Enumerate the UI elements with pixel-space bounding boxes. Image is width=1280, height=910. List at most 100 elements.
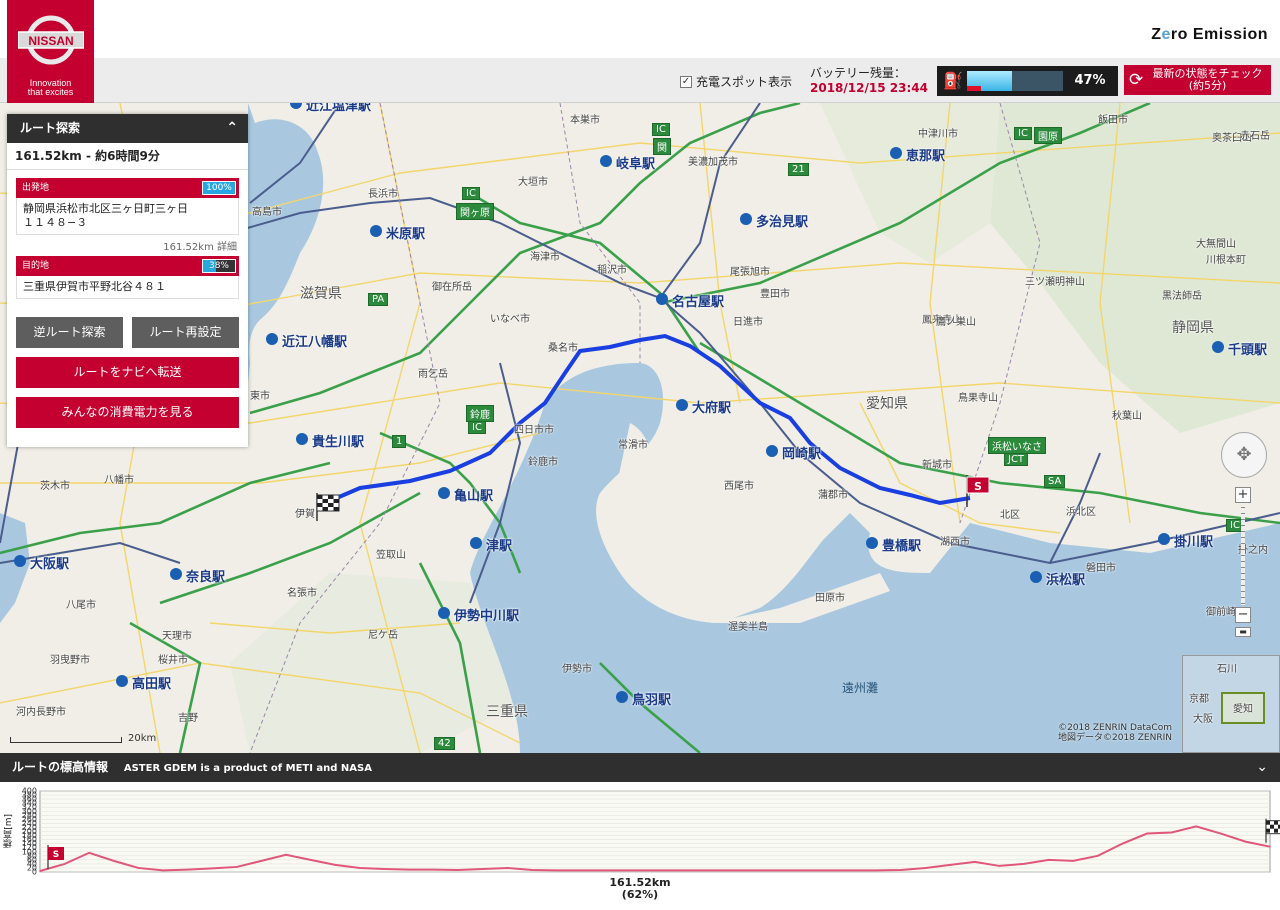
reverse-route-button[interactable]: 逆ルート探索 xyxy=(16,317,123,348)
map-label: 御在所岳 xyxy=(432,282,472,293)
elevation-chart: 標高[m] 0 20 40 60 80 100 120 140 160 180 200 220 240 2… xyxy=(0,782,1280,910)
elevation-point xyxy=(211,867,213,870)
map-label: 鈴鹿市 xyxy=(528,457,558,468)
map-label: 尾張旭市 xyxy=(730,267,770,278)
map-label: 高田駅 xyxy=(116,673,171,692)
zoom-reset-button[interactable]: ▬ xyxy=(1235,627,1251,637)
map-copyright: ©2018 ZENRIN DataCom 地図データ©2018 ZENRIN xyxy=(1058,723,1172,743)
detail-link[interactable]: 詳細 xyxy=(217,242,237,253)
map-label: 蒲郡市 xyxy=(818,490,848,501)
map-label: 豊田市 xyxy=(760,289,790,300)
ic-marker: IC xyxy=(468,421,486,434)
zoom-out-button[interactable]: − xyxy=(1235,607,1251,623)
ic-marker: JCT xyxy=(1004,453,1029,466)
map-label: 岐阜駅 xyxy=(600,153,655,172)
battery-bar xyxy=(967,71,1063,91)
elevation-point xyxy=(654,869,656,872)
elevation-point xyxy=(949,864,951,866)
origin-address: 静岡県浜松市北区三ヶ日町三ヶ日 １１４８−３ xyxy=(16,198,239,235)
map-label: 美濃加茂市 xyxy=(688,157,738,168)
map-label: 茨木市 xyxy=(40,481,70,492)
send-to-nav-button[interactable]: ルートをナビへ転送 xyxy=(16,357,239,388)
elevation-point xyxy=(1269,845,1271,848)
checkbox-icon[interactable]: ✓ xyxy=(680,75,692,88)
elevation-point xyxy=(580,869,582,872)
refresh-label-2: (約5分) xyxy=(1188,79,1227,92)
nissan-badge-icon: NISSAN xyxy=(18,15,84,65)
map-label: 磐田市 xyxy=(1086,563,1116,574)
elevation-point xyxy=(137,867,140,869)
app-window: Zero Emission ✓ 充電スポット表示 バッテリー残量： 2018/1… xyxy=(0,0,1280,910)
scale-bar xyxy=(10,737,122,743)
map-label: 米原駅 xyxy=(370,223,425,242)
route-summary: 161.52km - 約6時間9分 xyxy=(7,143,248,170)
minimap-viewport[interactable]: 愛知 xyxy=(1221,692,1265,724)
map-label: 大府駅 xyxy=(676,397,731,416)
map-label: 稲沢市 xyxy=(597,265,627,276)
map-label: 愛知県 xyxy=(866,396,908,412)
elevation-start-flag-letter: S xyxy=(53,850,59,860)
svg-text:S: S xyxy=(974,480,982,493)
charging-plug-icon: ⛽ xyxy=(943,71,963,90)
chevron-up-icon[interactable]: ⌃ xyxy=(226,114,238,143)
chevron-down-icon[interactable]: ⌄ xyxy=(1256,753,1268,782)
scale-label: 20km xyxy=(128,733,157,744)
map-pan-control[interactable]: ✥ xyxy=(1221,432,1267,478)
elevation-point xyxy=(1023,863,1025,865)
elevation-point xyxy=(285,853,287,856)
map-label: 恵那駅 xyxy=(890,145,945,164)
ic-marker: PA xyxy=(368,293,389,306)
top-bar: Zero Emission xyxy=(0,0,1280,58)
map-label: 本巣市 xyxy=(570,115,600,126)
view-consumption-button[interactable]: みんなの消費電力を見る xyxy=(16,397,239,428)
map-label: 亀山駅 xyxy=(438,485,493,504)
map-label: 東市 xyxy=(250,391,270,402)
ic-marker: IC xyxy=(652,123,670,136)
map-label: 雨乞岳 xyxy=(418,369,448,380)
elevation-point xyxy=(826,869,828,872)
map-label: 掛川駅 xyxy=(1158,531,1213,550)
elevation-point xyxy=(1121,842,1124,845)
zoom-slider-track[interactable] xyxy=(1241,507,1245,605)
map-scale: 20km xyxy=(10,733,156,744)
nissan-logo[interactable]: NISSAN Innovation that excites xyxy=(7,0,94,103)
map-label: 天理市 xyxy=(162,631,192,642)
battery-reserve-mark xyxy=(967,86,981,91)
elevation-header[interactable]: ルートの標高情報 ASTER GDEM is a product of METI… xyxy=(0,753,1280,782)
elevation-point xyxy=(678,869,681,872)
elevation-point xyxy=(1097,855,1099,857)
logo-text: NISSAN xyxy=(28,34,73,48)
elevation-point xyxy=(703,869,705,872)
map-label: 八尾市 xyxy=(66,600,96,611)
map-label: 秋葉山 xyxy=(1112,411,1142,422)
map-label: 日進市 xyxy=(733,317,763,328)
map-label: 桑名市 xyxy=(548,343,578,354)
reset-route-button[interactable]: ルート再設定 xyxy=(132,317,239,348)
elevation-point xyxy=(555,869,558,872)
origin-battery-badge: 100% xyxy=(202,181,236,195)
map-label: 河内長野市 xyxy=(16,707,66,718)
elevation-point xyxy=(162,869,164,872)
charging-spot-toggle[interactable]: ✓ 充電スポット表示 xyxy=(680,73,792,90)
map-label: 飯田市 xyxy=(1098,115,1128,126)
elevation-point xyxy=(1146,832,1148,835)
map-label: 北区 xyxy=(1000,510,1020,521)
map-label: 吉野 xyxy=(178,713,198,724)
logo-tagline: Innovation that excites xyxy=(27,78,74,97)
map-zoom-control[interactable]: + − ▬ xyxy=(1231,487,1257,637)
map-label: いなべ市 xyxy=(490,314,530,325)
overview-minimap[interactable]: 石川 京都 愛知 大阪 xyxy=(1182,655,1280,753)
map-label: 三ツ瀬明神山 xyxy=(1025,277,1085,288)
elevation-point xyxy=(1220,832,1222,835)
elevation-subtitle: ASTER GDEM is a product of METI and NASA xyxy=(123,763,372,774)
destination-header: 目的地 38% xyxy=(16,256,239,276)
map-label: 近江塩津駅 xyxy=(290,103,371,114)
route-panel-header[interactable]: ルート探索 ⌃ xyxy=(7,114,248,143)
elevation-point xyxy=(63,863,66,865)
refresh-status-button[interactable]: ⟳ 最新の状態をチェック (約5分) xyxy=(1124,65,1271,95)
map-label: 多治見駅 xyxy=(740,211,808,230)
map-label: 伊勢市 xyxy=(562,664,592,675)
zoom-in-button[interactable]: + xyxy=(1235,487,1251,503)
map-label: 桜井市 xyxy=(158,655,188,666)
ic-marker: 園原 xyxy=(1034,127,1062,144)
